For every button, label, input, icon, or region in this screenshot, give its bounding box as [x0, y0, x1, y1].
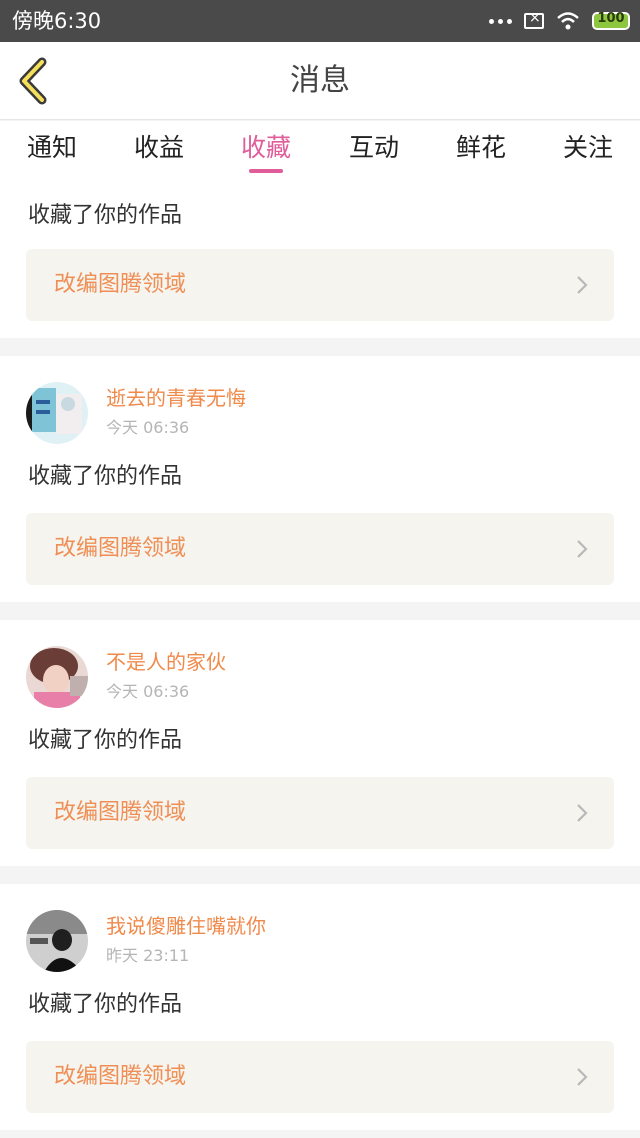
battery-level: 100: [597, 11, 625, 26]
work-title: 改编图腾领域: [54, 536, 187, 561]
nav-bar: 消息: [0, 42, 640, 120]
chevron-right-icon: [577, 804, 588, 822]
work-title: 改编图腾领域: [54, 272, 187, 297]
page-title: 消息: [290, 63, 350, 98]
timestamp: 今天 06:36: [106, 418, 190, 437]
tab-active-indicator: [249, 169, 283, 173]
chevron-right-icon: [577, 276, 588, 294]
message-list: 收藏了你的作品 改编图腾领域 逝去的青春无悔 今天 06:36 收藏了你的作品 …: [0, 179, 640, 1138]
tab-bar: 通知 收益 收藏 互动 鲜花 关注: [0, 121, 640, 179]
tab-favorites[interactable]: 收藏: [231, 133, 301, 163]
wifi-icon: [557, 12, 579, 30]
list-item: 逝去的青春无悔 今天 06:36 收藏了你的作品 改编图腾领域: [0, 356, 640, 602]
status-icons: 100: [489, 9, 630, 33]
timestamp: 今天 06:36: [106, 682, 190, 701]
action-text: 收藏了你的作品: [28, 728, 183, 753]
list-item: 我说傻雕住嘴就你 昨天 23:11 收藏了你的作品 改编图腾领域: [0, 884, 640, 1130]
tab-earnings[interactable]: 收益: [124, 133, 194, 163]
work-link[interactable]: 改编图腾领域: [26, 249, 614, 321]
avatar[interactable]: [26, 646, 88, 708]
work-title: 改编图腾领域: [54, 800, 187, 825]
avatar[interactable]: [26, 382, 88, 444]
chevron-right-icon: [577, 540, 588, 558]
chevron-right-icon: [577, 1068, 588, 1086]
no-sim-icon: [524, 10, 544, 29]
list-item: 不是人的家伙 今天 06:36 收藏了你的作品 改编图腾领域: [0, 620, 640, 866]
work-link[interactable]: 改编图腾领域: [26, 513, 614, 585]
battery-icon: 100: [592, 11, 630, 30]
timestamp: 昨天 23:11: [106, 946, 190, 965]
status-time: 傍晚6:30: [12, 9, 102, 33]
tab-interactions[interactable]: 互动: [339, 133, 409, 163]
work-link[interactable]: 改编图腾领域: [26, 1041, 614, 1113]
tab-follows[interactable]: 关注: [553, 133, 623, 163]
status-bar: 傍晚6:30 100: [0, 0, 640, 42]
user-name[interactable]: 逝去的青春无悔: [106, 385, 246, 411]
tab-notifications[interactable]: 通知: [17, 133, 87, 163]
list-item: 收藏了你的作品 改编图腾领域: [0, 179, 640, 338]
work-link[interactable]: 改编图腾领域: [26, 777, 614, 849]
user-name[interactable]: 不是人的家伙: [106, 649, 226, 675]
tab-flowers[interactable]: 鲜花: [446, 133, 516, 163]
work-title: 改编图腾领域: [54, 1064, 187, 1089]
user-name[interactable]: 我说傻雕住嘴就你: [106, 913, 266, 939]
more-dots-icon: [489, 18, 512, 24]
avatar[interactable]: [26, 910, 88, 972]
action-text: 收藏了你的作品: [28, 464, 183, 489]
action-text: 收藏了你的作品: [28, 992, 183, 1017]
action-text: 收藏了你的作品: [28, 203, 183, 228]
